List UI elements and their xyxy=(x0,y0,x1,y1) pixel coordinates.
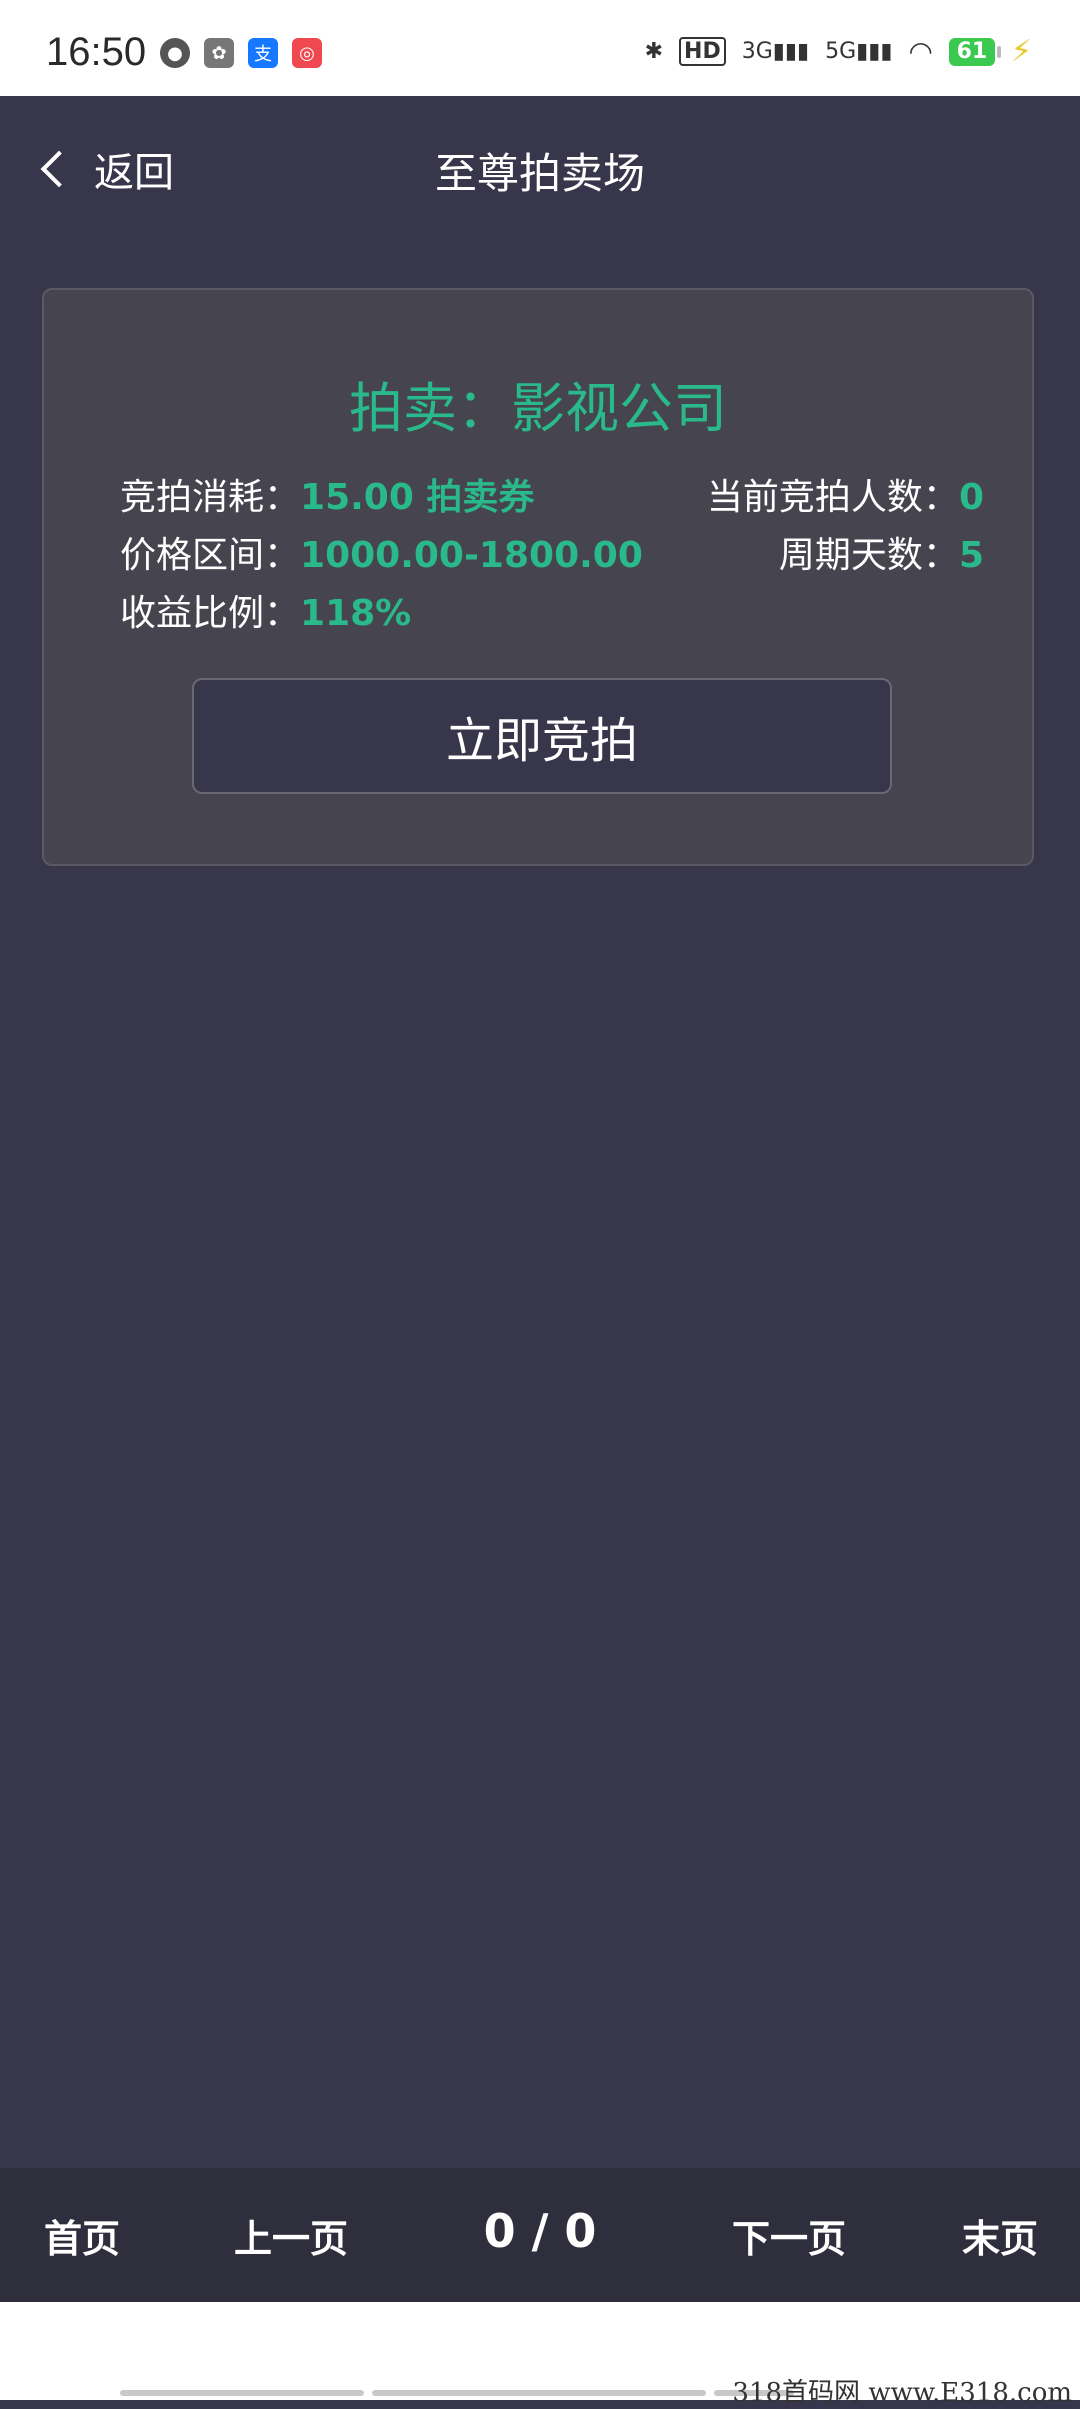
page-title: 至尊拍卖场 xyxy=(434,149,645,198)
alipay-icon: 支 xyxy=(248,38,278,68)
bidders-label: 当前竞拍人数： xyxy=(706,477,959,518)
hd-icon: HD xyxy=(679,37,726,66)
gesture-bar-segment xyxy=(120,2390,364,2396)
signal-3g-icon: 3G▮▮▮ xyxy=(741,39,810,64)
page-count: 0 / 0 xyxy=(483,2204,597,2258)
squirrel-icon: ✿ xyxy=(204,38,234,68)
robot-icon: ● xyxy=(160,38,190,68)
watermark: 318首码网 www.E318.com xyxy=(732,2378,1072,2408)
app-icon: ◎ xyxy=(292,38,322,68)
days-value: 5 xyxy=(958,535,984,576)
wifi-icon: ◠ xyxy=(908,35,933,68)
nav-bar: 返回 至尊拍卖场 xyxy=(0,96,1080,246)
signal-5g-icon: 5G▮▮▮ xyxy=(825,39,893,64)
auction-card: 拍卖：影视公司 竞拍消耗：15.00 拍卖券 当前竞拍人数：0 价格区间：100… xyxy=(42,288,1034,866)
bidders-value: 0 xyxy=(958,477,984,518)
charging-icon: ⚡ xyxy=(1010,34,1032,69)
status-indicators: ✱ HD 3G▮▮▮ 5G▮▮▮ ◠ 61 ⚡ xyxy=(645,34,1032,69)
bidders-row: 当前竞拍人数：0 xyxy=(707,468,984,520)
bluetooth-icon: ✱ xyxy=(644,39,664,64)
price-label: 价格区间： xyxy=(120,535,301,576)
gesture-bar-segment xyxy=(372,2390,706,2396)
auction-title: 拍卖：影视公司 xyxy=(349,377,727,440)
next-page-button[interactable]: 下一页 xyxy=(732,2208,846,2263)
notification-icons: ● ✿ 支 ◎ xyxy=(160,38,322,68)
last-page-button[interactable]: 末页 xyxy=(962,2208,1038,2263)
battery-icon: 61 xyxy=(948,37,1001,66)
cost-row: 竞拍消耗：15.00 拍卖券 xyxy=(120,468,534,520)
ratio-value: 118% xyxy=(300,593,412,634)
ratio-row: 收益比例：118% xyxy=(120,584,411,636)
days-row: 周期天数：5 xyxy=(779,526,984,578)
bottom-area: 318首码网 www.E318.com xyxy=(0,2302,1080,2408)
price-row: 价格区间：1000.00-1800.00 xyxy=(120,526,643,578)
price-value: 1000.00-1800.00 xyxy=(300,535,643,576)
status-bar: 16:50 ● ✿ 支 ◎ ✱ HD 3G▮▮▮ 5G▮▮▮ ◠ 61 ⚡ xyxy=(0,0,1080,96)
cost-label: 竞拍消耗： xyxy=(120,477,301,518)
pagination-bar: 首页 上一页 0 / 0 下一页 末页 xyxy=(0,2168,1080,2302)
bid-now-button[interactable]: 立即竞拍 xyxy=(192,678,892,794)
ratio-label: 收益比例： xyxy=(120,593,301,634)
days-label: 周期天数： xyxy=(778,535,959,576)
cost-value: 15.00 拍卖券 xyxy=(300,477,535,518)
status-time: 16:50 xyxy=(46,30,147,74)
